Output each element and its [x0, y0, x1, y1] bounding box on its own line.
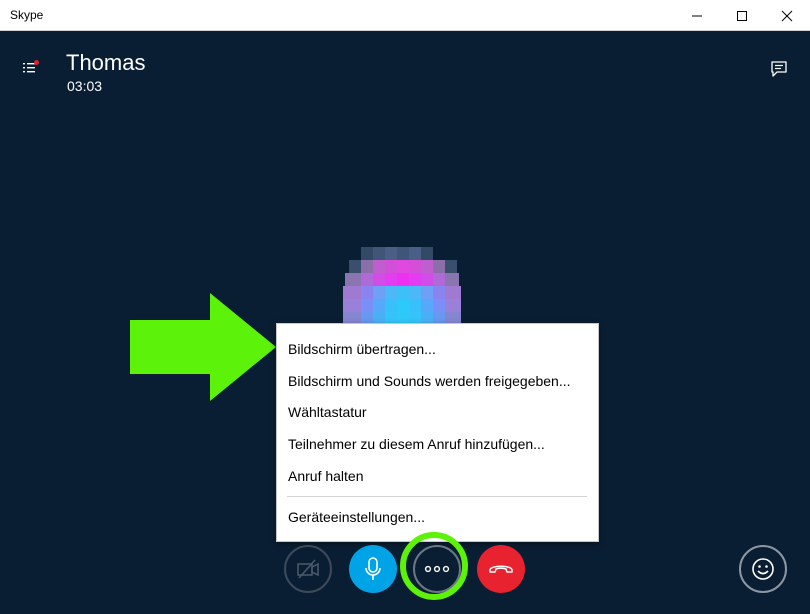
- chat-icon[interactable]: [770, 60, 788, 78]
- context-menu: Bildschirm übertragen... Bildschirm und …: [276, 323, 599, 542]
- title-bar: Skype: [0, 0, 810, 31]
- menu-item-share-screen[interactable]: Bildschirm übertragen...: [288, 337, 436, 361]
- more-icon: [424, 565, 450, 573]
- minimize-button[interactable]: [675, 0, 719, 31]
- microphone-icon: [365, 557, 381, 580]
- minimize-icon: [692, 15, 702, 16]
- more-options-button[interactable]: [413, 545, 461, 593]
- maximize-icon: [737, 10, 747, 21]
- close-icon: [781, 10, 793, 21]
- close-button[interactable]: [765, 0, 809, 31]
- menu-item-hold-call[interactable]: Anruf halten: [288, 464, 364, 488]
- emoji-icon: [752, 558, 774, 580]
- hang-up-icon: [489, 565, 513, 573]
- menu-item-dialpad[interactable]: Wähltastatur: [288, 400, 367, 424]
- emoji-button[interactable]: [739, 545, 787, 593]
- green-arrow-icon: [130, 293, 276, 401]
- call-duration: 03:03: [67, 78, 103, 94]
- notification-dot: [34, 60, 39, 65]
- menu-divider: [287, 496, 587, 497]
- maximize-button[interactable]: [720, 0, 764, 31]
- video-off-icon: [297, 559, 319, 579]
- microphone-button[interactable]: [349, 545, 397, 593]
- menu-item-add-participants[interactable]: Teilnehmer zu diesem Anruf hinzufügen...: [288, 432, 545, 456]
- app-title: Skype: [10, 8, 44, 22]
- caller-name: Thomas: [66, 50, 146, 75]
- menu-item-device-settings[interactable]: Geräteeinstellungen...: [288, 505, 425, 529]
- video-toggle-button[interactable]: [284, 545, 332, 593]
- menu-item-share-screen-sounds[interactable]: Bildschirm und Sounds werden freigegeben…: [288, 369, 571, 393]
- hang-up-button[interactable]: [477, 545, 525, 593]
